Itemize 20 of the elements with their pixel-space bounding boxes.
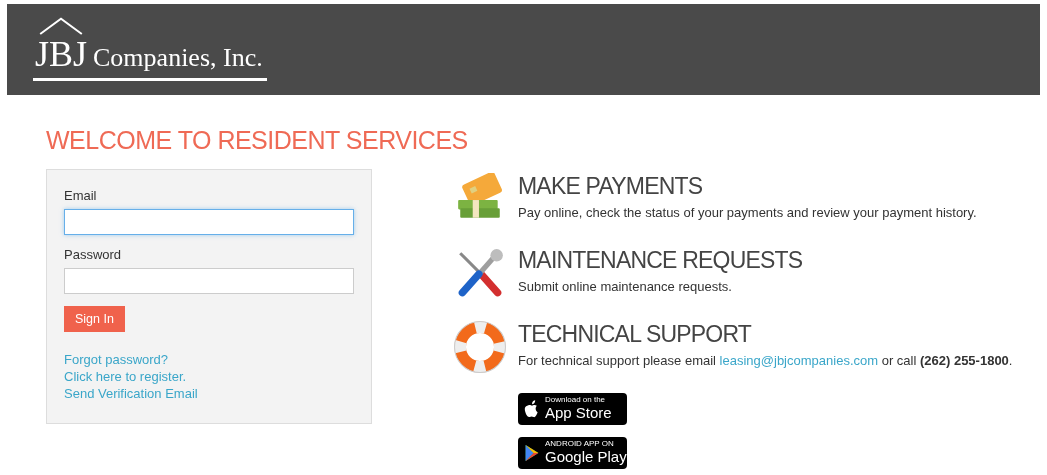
company-logo[interactable]: JBJ Companies, Inc. <box>33 15 267 81</box>
link[interactable]: Forgot password? <box>64 352 169 368</box>
input-field[interactable] <box>64 268 354 295</box>
section-description: Submit online maintenance requests. <box>518 278 733 294</box>
field-label: Email <box>64 188 98 204</box>
section-title: MAINTENANCE REQUESTS <box>518 247 804 275</box>
email-link[interactable]: leasing@jbjcompanies.com <box>719 352 879 368</box>
life-buoy-icon <box>454 321 506 373</box>
link[interactable]: Send Verification Email <box>64 386 198 402</box>
section-description: For technical support please email leasing@jbjcompanies.com or call (262) 255-1800. <box>518 352 1013 368</box>
page-title: WELCOME TO RESIDENT SERVICES <box>46 125 469 156</box>
google-play-badge[interactable]: ANDROID APP ON Google Play <box>518 437 627 469</box>
app-store-badge[interactable]: Download on the App Store <box>518 393 627 425</box>
section-description: Pay online, check the status of your payments and review your payment history. <box>518 204 977 220</box>
input-field[interactable] <box>64 209 354 236</box>
section-title: MAKE PAYMENTS <box>518 173 704 201</box>
sign-in-button[interactable]: Sign In <box>64 306 125 333</box>
section-title: TECHNICAL SUPPORT <box>518 321 753 349</box>
link[interactable]: Click here to register. <box>64 369 187 385</box>
field-label: Password <box>64 247 123 263</box>
